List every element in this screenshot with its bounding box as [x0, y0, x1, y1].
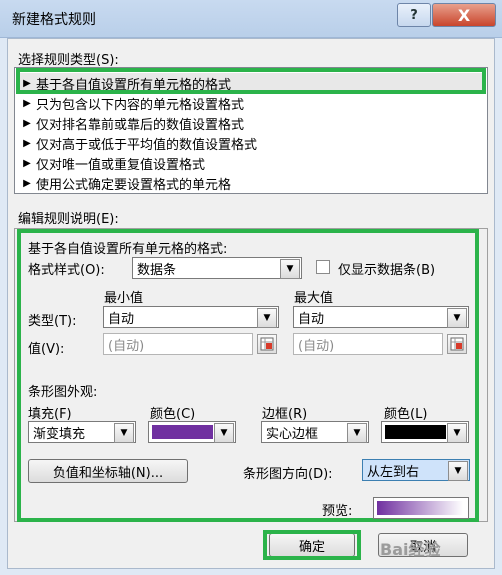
preview-bar [373, 497, 469, 519]
help-button[interactable]: ? [397, 3, 431, 27]
preview-fill [377, 501, 463, 515]
rule-item-label: 仅对高于或低于平均值的数值设置格式 [36, 137, 258, 153]
format-style-value: 数据条 [137, 262, 177, 278]
fill-value: 渐变填充 [33, 426, 86, 442]
window-title: 新建格式规则 [12, 12, 96, 28]
title-bar: 新建格式规则 ? X [0, 0, 502, 38]
arrow-icon: ▶ [23, 137, 31, 149]
fill-label: 填充(F) [28, 407, 72, 422]
rule-item-rank[interactable]: ▶ 仅对排名靠前或靠后的数值设置格式 [18, 113, 484, 133]
border-select[interactable]: 实心边框 ▼ [261, 421, 369, 443]
dropdown-arrow-icon: ▼ [214, 423, 234, 443]
show-bar-only-checkbox[interactable] [316, 260, 330, 274]
direction-value: 从左到右 [367, 464, 420, 480]
max-header: 最大值 [294, 291, 334, 306]
close-button[interactable]: X [432, 3, 496, 27]
rule-item-unique-duplicate[interactable]: ▶ 仅对唯一值或重复值设置格式 [18, 153, 484, 173]
fill-color-select[interactable]: ▼ [148, 421, 236, 443]
fill-color-swatch [152, 425, 213, 439]
range-picker-icon[interactable] [447, 334, 467, 354]
description-heading: 基于各自值设置所有单元格的格式: [28, 242, 228, 257]
min-value-input[interactable]: (自动) [103, 333, 253, 355]
rule-item-average[interactable]: ▶ 仅对高于或低于平均值的数值设置格式 [18, 133, 484, 153]
arrow-icon: ▶ [23, 177, 31, 189]
arrow-icon: ▶ [23, 77, 31, 89]
dropdown-arrow-icon: ▼ [447, 308, 467, 328]
max-value-input[interactable]: (自动) [293, 333, 443, 355]
max-type-value: 自动 [298, 311, 325, 327]
description-label: 编辑规则说明(E): [18, 212, 119, 227]
rule-item-formula[interactable]: ▶ 使用公式确定要设置格式的单元格 [18, 173, 484, 193]
watermark: Bai经验 [380, 540, 441, 559]
dropdown-arrow-icon: ▼ [448, 461, 468, 481]
dropdown-arrow-icon: ▼ [280, 259, 300, 279]
arrow-icon: ▶ [23, 117, 31, 129]
max-value-text: (自动) [298, 338, 335, 354]
rule-item-label: 使用公式确定要设置格式的单元格 [36, 177, 232, 193]
rule-type-label: 选择规则类型(S): [18, 53, 119, 68]
ok-button[interactable]: 确定 [269, 533, 355, 557]
arrow-icon: ▶ [23, 157, 31, 169]
rule-item-label: 仅对唯一值或重复值设置格式 [36, 157, 206, 173]
rule-item-label: 仅对排名靠前或靠后的数值设置格式 [36, 117, 245, 133]
min-type-select[interactable]: 自动 ▼ [103, 306, 279, 328]
rule-item-label: 只为包含以下内容的单元格设置格式 [36, 97, 245, 113]
value-label: 值(V): [28, 342, 65, 357]
min-header: 最小值 [104, 291, 144, 306]
rule-type-list[interactable]: ▶ 基于各自值设置所有单元格的格式 ▶ 只为包含以下内容的单元格设置格式 ▶ 仅… [14, 67, 488, 194]
preview-label: 预览: [322, 504, 353, 519]
min-value-text: (自动) [108, 338, 145, 354]
border-color-swatch [385, 425, 446, 439]
rule-item-each-value[interactable]: ▶ 基于各自值设置所有单元格的格式 [18, 73, 484, 93]
border-label: 边框(R) [262, 407, 308, 422]
max-type-select[interactable]: 自动 ▼ [293, 306, 469, 328]
format-style-select[interactable]: 数据条 ▼ [132, 257, 302, 279]
fill-color-label: 颜色(C) [150, 407, 196, 422]
min-type-value: 自动 [108, 311, 135, 327]
fill-select[interactable]: 渐变填充 ▼ [28, 421, 136, 443]
rule-item-label: 基于各自值设置所有单元格的格式 [36, 77, 232, 93]
border-value: 实心边框 [266, 426, 319, 442]
type-label: 类型(T): [28, 314, 77, 329]
direction-label: 条形图方向(D): [243, 467, 333, 482]
format-style-label: 格式样式(O): [28, 263, 105, 278]
show-bar-only-label: 仅显示数据条(B) [338, 263, 436, 278]
dropdown-arrow-icon: ▼ [447, 423, 467, 443]
border-color-select[interactable]: ▼ [381, 421, 469, 443]
border-color-label: 颜色(L) [384, 407, 428, 422]
rule-item-contains[interactable]: ▶ 只为包含以下内容的单元格设置格式 [18, 93, 484, 113]
range-picker-icon[interactable] [257, 334, 277, 354]
direction-select[interactable]: 从左到右 ▼ [362, 459, 470, 481]
appearance-label: 条形图外观: [28, 385, 98, 400]
dropdown-arrow-icon: ▼ [257, 308, 277, 328]
dropdown-arrow-icon: ▼ [114, 423, 134, 443]
arrow-icon: ▶ [23, 97, 31, 109]
axis-settings-button[interactable]: 负值和坐标轴(N)... [28, 459, 188, 483]
dropdown-arrow-icon: ▼ [347, 423, 367, 443]
